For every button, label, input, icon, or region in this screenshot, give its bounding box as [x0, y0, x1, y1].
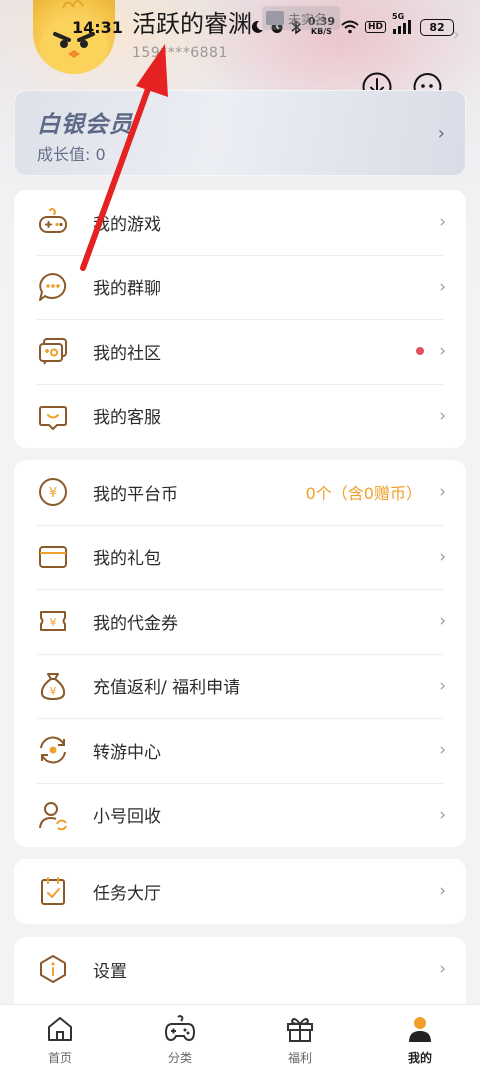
menu-item-customer-service[interactable]: 我的客服 › [14, 383, 466, 449]
gamepad-icon [36, 205, 70, 239]
task-clipboard-icon [36, 874, 70, 908]
nav-label: 我的 [407, 1051, 432, 1065]
menu-label: 充值返利/ 福利申请 [93, 678, 241, 699]
menu-label: 我的游戏 [93, 214, 161, 235]
profile-chevron-right-icon[interactable]: › [453, 24, 460, 45]
welfare-gift-icon [287, 1018, 313, 1042]
menu-card-tasks: 任务大厅 › [14, 859, 466, 924]
menu-item-transfer-center[interactable]: 转游中心 › [14, 718, 466, 783]
menu-label: 我的客服 [93, 408, 161, 429]
gift-pack-icon [36, 540, 70, 574]
svg-text:¥: ¥ [49, 486, 57, 501]
nav-welfare[interactable]: 福利 [240, 1005, 360, 1072]
nav-label: 分类 [167, 1051, 192, 1065]
category-gamepad-icon [165, 1015, 195, 1041]
menu-label: 我的礼包 [93, 549, 161, 570]
status-time: 14:31 [72, 18, 123, 37]
chat-bubble-icon [36, 270, 70, 304]
chevron-right-icon: › [439, 804, 446, 825]
chevron-right-icon: › [439, 341, 446, 362]
battery-level: 82 [429, 20, 445, 34]
realname-badge[interactable]: 未实名 [262, 6, 340, 30]
chevron-right-icon: › [439, 740, 446, 761]
menu-item-my-community[interactable]: 我的社区 › [14, 319, 466, 384]
settings-info-icon [36, 952, 70, 986]
wifi-icon [341, 20, 359, 34]
menu-item-platform-coin[interactable]: ¥ 我的平台币 0个（含0赠币） › [14, 460, 466, 525]
id-card-icon [266, 11, 284, 25]
menu-label: 设置 [93, 961, 127, 982]
menu-item-account-recycle[interactable]: 小号回收 › [14, 782, 466, 848]
menu-item-vouchers[interactable]: ¥ 我的代金券 › [14, 589, 466, 654]
member-chevron-right-icon: › [437, 123, 445, 144]
member-card[interactable]: 白银会员 成长值: 0 › [14, 90, 466, 176]
notification-dot [416, 347, 424, 356]
battery-indicator: 82 [420, 18, 454, 36]
signal-icon: 5G [392, 12, 414, 34]
svg-text:¥: ¥ [50, 685, 57, 698]
menu-item-my-games[interactable]: 我的游戏 › [14, 190, 466, 255]
menu-label: 我的群聊 [93, 279, 161, 300]
nav-label: 福利 [287, 1051, 312, 1065]
menu-label: 我的社区 [93, 343, 161, 364]
menu-label: 转游中心 [93, 742, 161, 763]
menu-item-gift-packs[interactable]: 我的礼包 › [14, 524, 466, 590]
chevron-right-icon: › [439, 675, 446, 696]
nav-profile[interactable]: 我的 [360, 1005, 480, 1072]
chevron-right-icon: › [439, 959, 446, 980]
nav-label: 首页 [47, 1051, 72, 1065]
menu-label: 我的代金券 [93, 613, 178, 634]
signal-label: 5G [392, 12, 405, 21]
hd-label: HD [364, 21, 386, 33]
menu-label: 任务大厅 [93, 883, 161, 904]
chevron-right-icon: › [439, 881, 446, 902]
realname-badge-label: 未实名 [288, 12, 328, 28]
account-recycle-icon [36, 798, 70, 832]
chevron-right-icon: › [439, 276, 446, 297]
username[interactable]: 活跃的睿渊 [132, 4, 252, 39]
menu-item-my-groups[interactable]: 我的群聊 › [14, 254, 466, 320]
menu-label: 小号回收 [93, 807, 161, 828]
chevron-right-icon: › [439, 405, 446, 426]
phone-number: 159****6881 [132, 45, 228, 61]
chevron-right-icon: › [439, 611, 446, 632]
menu-label: 我的平台币 [93, 484, 178, 505]
menu-item-settings[interactable]: 设置 › [14, 937, 466, 1002]
money-bag-icon: ¥ [36, 669, 70, 703]
chevron-right-icon: › [439, 212, 446, 233]
menu-card-assets: ¥ 我的平台币 0个（含0赠币） › 我的礼包 › ¥ 我的代金券 › ¥ 充值… [14, 460, 466, 847]
menu-card-games: 我的游戏 › 我的群聊 › 我的社区 › 我的客服 › [14, 190, 466, 448]
home-icon [48, 1017, 72, 1041]
community-icon [36, 334, 70, 368]
nav-category[interactable]: 分类 [120, 1005, 240, 1072]
profile-icon [409, 1017, 431, 1042]
menu-item-task-hall[interactable]: 任务大厅 › [14, 859, 466, 924]
voucher-icon: ¥ [36, 604, 70, 638]
member-growth: 成长值: 0 [37, 145, 106, 164]
nav-home[interactable]: 首页 [0, 1005, 120, 1072]
chevron-right-icon: › [439, 482, 446, 503]
chevron-right-icon: › [439, 546, 446, 567]
coin-balance: 0个（含0赠币） [305, 484, 422, 504]
bottom-nav: 首页 分类 福利 我的 [0, 1004, 480, 1072]
coin-icon: ¥ [36, 475, 70, 509]
svg-text:¥: ¥ [50, 616, 57, 629]
transfer-icon [36, 733, 70, 767]
member-level: 白银会员 [37, 112, 133, 138]
menu-item-recharge-rebate[interactable]: ¥ 充值返利/ 福利申请 › [14, 653, 466, 719]
customer-service-icon [36, 399, 70, 433]
